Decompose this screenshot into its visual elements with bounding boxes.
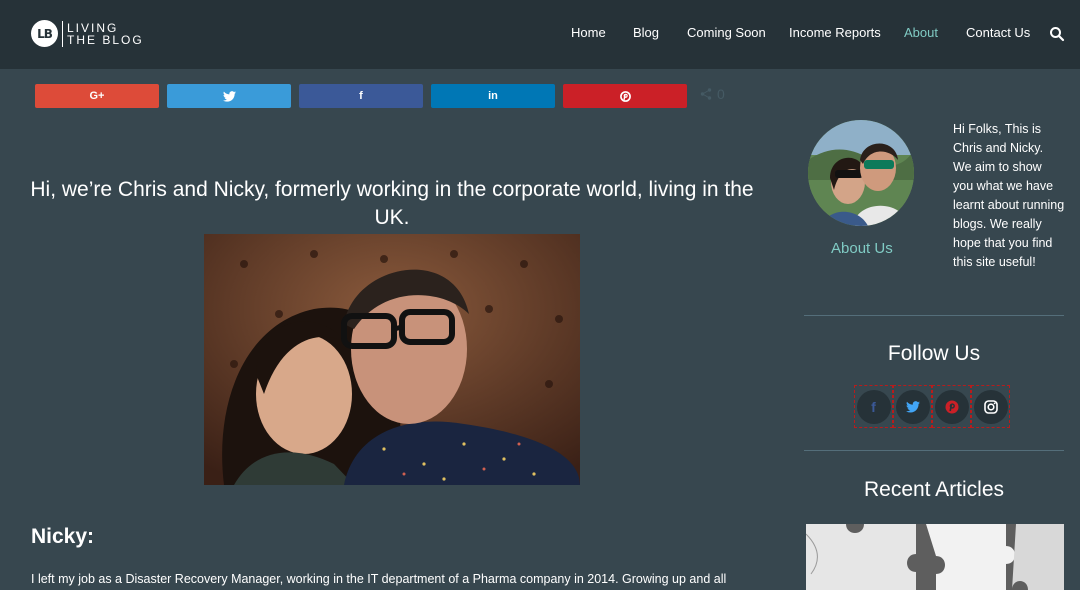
recent-article-thumbnail[interactable] bbox=[806, 524, 1064, 590]
logo-line-1: LIVING bbox=[67, 20, 119, 35]
social-follow-buttons: f bbox=[854, 385, 1010, 428]
share-google-plus-button[interactable]: G+ bbox=[35, 84, 159, 108]
twitter-icon bbox=[895, 389, 930, 424]
facebook-icon: f bbox=[359, 90, 363, 102]
share-count: 0 bbox=[700, 86, 725, 102]
follow-us-heading: Follow Us bbox=[887, 342, 981, 365]
logo-badge: LB bbox=[31, 20, 58, 47]
twitter-icon bbox=[222, 90, 236, 102]
logo-text: LIVING THE BLOG bbox=[67, 22, 144, 46]
author-avatar bbox=[808, 120, 914, 226]
logo-separator bbox=[62, 20, 63, 47]
follow-twitter-button[interactable] bbox=[893, 385, 932, 428]
about-us-link[interactable]: About Us bbox=[831, 240, 893, 257]
follow-instagram-button[interactable] bbox=[971, 385, 1010, 428]
couple-photo bbox=[204, 234, 580, 485]
intro-paragraph: I left my job as a Disaster Recovery Man… bbox=[31, 572, 727, 586]
google-plus-icon: G+ bbox=[89, 90, 105, 102]
share-count-value: 0 bbox=[717, 86, 725, 102]
nav-coming-soon[interactable]: Coming Soon bbox=[687, 25, 766, 40]
nav-blog[interactable]: Blog bbox=[633, 25, 659, 40]
recent-articles-heading: Recent Articles bbox=[863, 478, 1005, 501]
about-text: Hi Folks, This is Chris and Nicky. We ai… bbox=[953, 122, 1065, 269]
nav-income-reports[interactable]: Income Reports bbox=[789, 25, 881, 40]
facebook-icon: f bbox=[856, 389, 891, 424]
share-linkedin-button[interactable]: in bbox=[431, 84, 555, 108]
follow-facebook-button[interactable]: f bbox=[854, 385, 893, 428]
follow-pinterest-button[interactable] bbox=[932, 385, 971, 428]
pinterest-icon bbox=[934, 389, 969, 424]
logo-line-2: THE BLOG bbox=[67, 32, 144, 47]
instagram-icon bbox=[973, 389, 1008, 424]
nav-home[interactable]: Home bbox=[571, 25, 606, 40]
share-twitter-button[interactable] bbox=[167, 84, 291, 108]
site-header: LB LIVING THE BLOG Home Blog Coming Soon… bbox=[0, 0, 1080, 69]
share-pinterest-button[interactable] bbox=[563, 84, 687, 108]
sidebar-divider bbox=[804, 450, 1064, 451]
pinterest-icon bbox=[619, 90, 631, 102]
intro-text: Hi, we’re Chris and Nicky, formerly work… bbox=[30, 178, 754, 229]
nav-about[interactable]: About bbox=[904, 25, 938, 40]
share-icon bbox=[700, 88, 712, 100]
search-icon[interactable] bbox=[1049, 26, 1065, 42]
site-logo[interactable]: LB LIVING THE BLOG bbox=[31, 20, 144, 47]
sidebar-divider bbox=[804, 315, 1064, 316]
section-heading-nicky: Nicky: bbox=[31, 525, 95, 548]
share-facebook-button[interactable]: f bbox=[299, 84, 423, 108]
nav-contact-us[interactable]: Contact Us bbox=[966, 25, 1030, 40]
linkedin-icon: in bbox=[488, 90, 498, 102]
